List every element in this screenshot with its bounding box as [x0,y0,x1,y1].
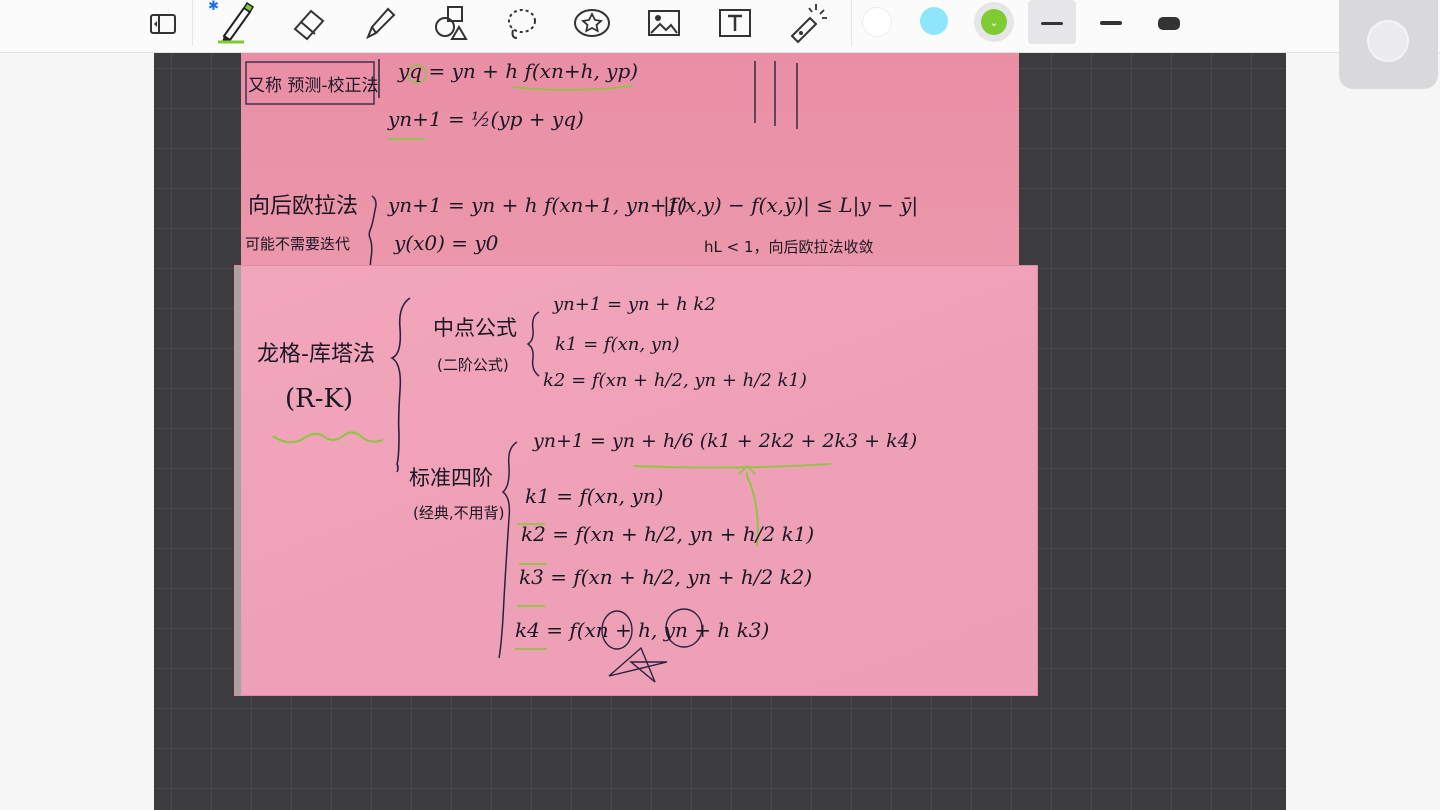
image-icon[interactable] [641,2,687,44]
rk4-subtitle: (经典,不用背) [413,504,505,522]
initial-condition-eq: y(x0) = y0 [394,231,499,255]
note-photo-bottom[interactable]: 龙格-库塔法 (R-K) 中点公式 (二阶公式) yn+1 = yn + h k… [235,266,1037,695]
color-swatch-cyan[interactable] [920,7,948,35]
toolbar: ✱ ⌄ [0,0,1440,53]
formula-yn1-average: yn+1 = ½(yp + yq) [388,107,584,131]
sticker-icon[interactable] [569,2,615,44]
sidebar-toggle-icon[interactable] [141,2,187,44]
formula-yq: yq = yn + h f(xn+h, yp) [398,59,639,83]
pen-icon[interactable] [213,2,259,44]
lasso-icon[interactable] [498,2,544,44]
floating-assistive-panel[interactable] [1339,0,1438,89]
note-photo-top[interactable]: 又称 预测-校正法 yq = yn + h f(xn+h, yp) yn+1 =… [241,53,1019,266]
rk-abbr: (R-K) [285,384,354,414]
convergence-note: hL < 1，向后欧拉法收敛 [704,238,874,256]
rk-method-title: 龙格-库塔法 [257,342,375,367]
midpoint-eq-k2: k2 = f(xn + h/2, yn + h/2 k1) [543,370,807,391]
eraser-icon[interactable] [286,2,332,44]
stroke-thin-option[interactable] [1029,2,1075,44]
shapes-icon[interactable] [427,2,473,44]
rk4-eq-k4: k4 = f(xn + h, yn + h k3) [515,618,770,642]
assistive-touch-button[interactable] [1367,20,1409,62]
text-box-icon[interactable] [712,2,758,44]
laser-pointer-icon[interactable] [784,2,830,44]
rk4-title: 标准四阶 [409,466,493,490]
midpoint-subtitle: (二阶公式) [437,356,509,374]
color-swatch-white[interactable] [862,7,892,37]
backward-euler-note: 可能不需要迭代 [245,235,351,253]
rk4-eq-k3: k3 = f(xn + h/2, yn + h/2 k2) [519,565,813,589]
rk4-eq-y: yn+1 = yn + h/6 (k1 + 2k2 + 2k3 + k4) [533,430,918,452]
midpoint-eq-k1: k1 = f(xn, yn) [555,334,680,355]
midpoint-title: 中点公式 [433,316,517,340]
chevron-down-icon: ⌄ [989,15,999,29]
highlighter-icon[interactable] [357,2,403,44]
stroke-medium-option[interactable] [1088,2,1134,44]
predictor-corrector-label: 又称 预测-校正法 [248,76,379,96]
stroke-thick-option[interactable] [1146,2,1192,44]
color-swatch-green[interactable]: ⌄ [981,9,1007,35]
midpoint-eq-y: yn+1 = yn + h k2 [553,294,716,315]
rk4-eq-k2: k2 = f(xn + h/2, yn + h/2 k1) [521,522,815,546]
color-swatch-selected-ring[interactable]: ⌄ [974,2,1014,42]
rk4-eq-k1: k1 = f(xn, yn) [525,484,664,508]
backward-euler-eq: yn+1 = yn + h f(xn+1, yn+1) [388,193,688,217]
lipschitz-condition: |f(x,y) − f(x,ȳ)| ≤ L|y − ȳ| [663,193,919,217]
backward-euler-title: 向后欧拉法 [248,194,359,219]
